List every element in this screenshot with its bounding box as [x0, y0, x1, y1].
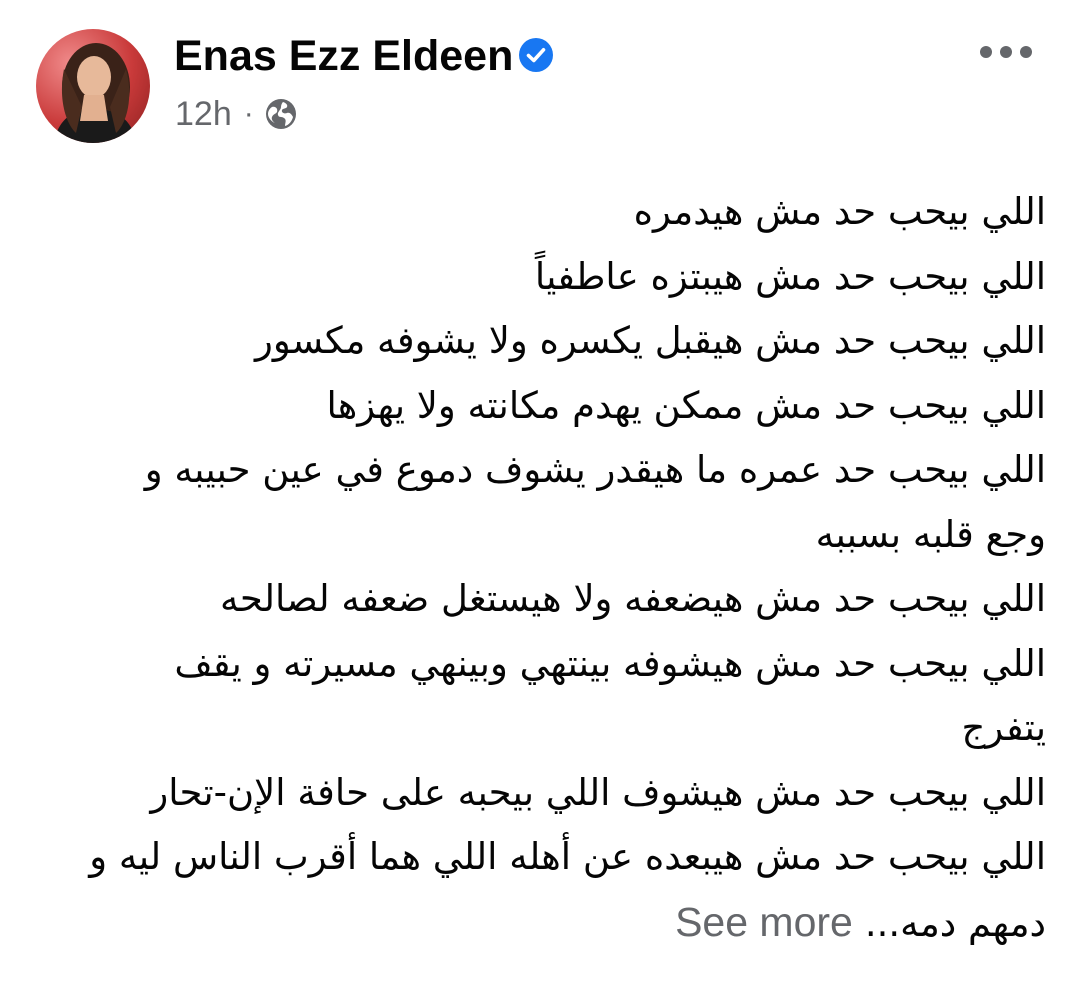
- verified-badge-icon: [519, 38, 553, 72]
- post-line: وجع قلبه بسببه: [815, 512, 1046, 556]
- post-text: اللي بيحب حد مش هيدمره اللي بيحب حد مش ه…: [40, 180, 1046, 954]
- globe-icon[interactable]: [264, 97, 298, 131]
- post-line: اللي بيحب حد مش هيبتزه عاطفياً: [534, 254, 1046, 298]
- avatar[interactable]: [36, 29, 150, 143]
- post-line: يتفرج: [961, 706, 1046, 749]
- author-name[interactable]: Enas Ezz Eldeen: [174, 30, 513, 82]
- post-line: اللي بيحب حد مش هيشوفه بينتهي وبينهي مسي…: [174, 641, 1046, 685]
- post-header: Enas Ezz Eldeen 12h ·: [0, 0, 1080, 160]
- truncated-text: دمهم دمه...: [864, 901, 1046, 945]
- meta-separator: ·: [243, 97, 254, 130]
- post-line: اللي بيحب حد مش هيشوف اللي بيحبه على حاف…: [150, 770, 1046, 814]
- post-line: اللي بيحب حد عمره ما هيقدر يشوف دموع في …: [144, 448, 1046, 491]
- post-line: اللي بيحب حد مش هيدمره: [633, 190, 1046, 233]
- more-dots-icon[interactable]: [976, 34, 1036, 70]
- see-more-link[interactable]: See more: [675, 890, 853, 955]
- avatar-image: [54, 43, 136, 143]
- post-meta: 12h ·: [175, 94, 298, 134]
- post-line: اللي بيحب حد مش هيقبل يكسره ولا يشوفه مك…: [255, 319, 1046, 362]
- post-line: اللي بيحب حد مش هيضعفه ولا هيستغل ضعفه ل…: [220, 577, 1046, 620]
- post-line: اللي بيحب حد مش ممكن يهدم مكانته ولا يهز…: [326, 383, 1046, 427]
- post-line: اللي بيحب حد مش هيبعده عن أهله اللي هما …: [89, 835, 1046, 878]
- post-last-line: دمهم دمه... See more: [40, 890, 1046, 955]
- post-timestamp[interactable]: 12h: [175, 95, 232, 134]
